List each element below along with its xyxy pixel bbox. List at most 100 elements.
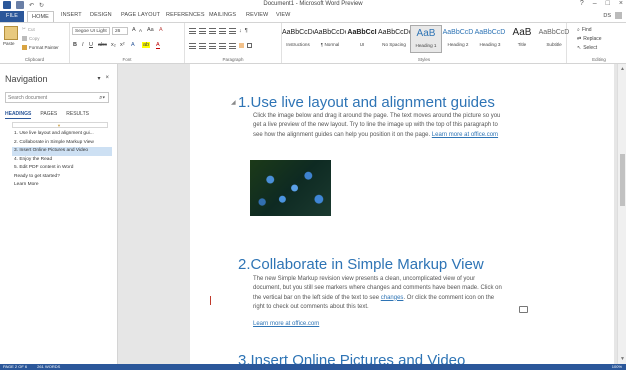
zoom-level[interactable]: 100% (612, 364, 622, 370)
collapse-heading-icon[interactable]: ◢ (231, 99, 236, 106)
paragraph-group: ↓ ¶ Paragraph (185, 23, 282, 63)
style-sample: AaB (416, 28, 436, 39)
superscript-button[interactable]: x² (120, 42, 125, 48)
help-button[interactable]: ? (580, 0, 584, 7)
tab-page-layout[interactable]: PAGE LAYOUT (121, 12, 160, 18)
strikethrough-button[interactable]: abc (98, 42, 107, 48)
vertical-scrollbar[interactable]: ▲ ▼ (617, 64, 626, 364)
close-button[interactable]: × (619, 0, 623, 7)
shrink-font-icon[interactable]: A (139, 28, 142, 33)
borders-icon[interactable] (247, 43, 252, 48)
list-item[interactable]: 1. Use live layout and alignment gui... (12, 130, 112, 139)
replace-button[interactable]: ⇄ Replace (577, 36, 602, 42)
heading-number: 1. (238, 94, 251, 111)
list-item[interactable]: 2. Collaborate in Simple Markup View (12, 139, 112, 148)
list-item[interactable]: Learn More (12, 181, 112, 190)
tab-file[interactable]: FILE (0, 11, 24, 22)
bold-button[interactable]: B (73, 42, 77, 48)
style-instructions[interactable]: AaBbCcDc Instructions (282, 25, 314, 53)
tab-home[interactable]: HOME (27, 11, 54, 22)
sort-icon[interactable]: ↓ (239, 28, 242, 34)
font-name-select[interactable]: Segoe UI Light (72, 27, 110, 35)
learn-more-link[interactable]: Learn more at office.com (432, 132, 498, 138)
grow-font-icon[interactable]: A (132, 27, 136, 33)
section-heading[interactable]: 2.Collaborate in Simple Markup View (238, 256, 484, 273)
tab-headings[interactable]: HEADINGS (5, 111, 32, 119)
change-bar[interactable] (210, 296, 211, 305)
list-item[interactable]: 4. Enjoy the Read (12, 156, 112, 165)
style-heading-3[interactable]: AaBbCcD Heading 3 (474, 25, 506, 53)
numbering-icon[interactable] (199, 28, 206, 34)
font-size-select[interactable]: 26 (112, 27, 128, 35)
close-pane-icon[interactable]: × (105, 75, 109, 82)
search-document-input[interactable]: Search document ⌕▾ (5, 92, 109, 103)
tab-references[interactable]: REFERENCES (166, 12, 205, 18)
increase-indent-icon[interactable] (229, 28, 236, 34)
tab-results[interactable]: RESULTS (66, 111, 89, 119)
maximize-button[interactable]: □ (606, 0, 610, 7)
decrease-indent-icon[interactable] (219, 28, 226, 34)
format-painter-button[interactable]: Format Painter (22, 45, 59, 50)
tab-mailings[interactable]: MAILINGS (209, 12, 236, 18)
scroll-thumb[interactable] (620, 154, 625, 206)
section-link[interactable]: Learn more at office.com (253, 320, 503, 329)
list-item[interactable]: 3. Insert Online Pictures and Video (12, 147, 112, 156)
paste-icon[interactable] (4, 26, 18, 40)
style-name: ¶ Normal (320, 42, 340, 47)
select-button[interactable]: ↖ Select (577, 45, 597, 51)
section-heading[interactable]: 3.Insert Online Pictures and Video (238, 352, 465, 364)
section-heading[interactable]: 1.Use live layout and alignment guides (238, 94, 495, 111)
tab-review[interactable]: REVIEW (246, 12, 268, 18)
scroll-up-icon[interactable]: ▲ (620, 66, 625, 72)
word-count[interactable]: 261 WORDS (37, 364, 60, 370)
font-color-icon[interactable]: A (156, 42, 160, 49)
list-item[interactable]: Ready to get started? (12, 173, 112, 182)
tab-insert[interactable]: INSERT (61, 12, 82, 18)
list-item[interactable]: 5. Edit PDF content in Word (12, 164, 112, 173)
tab-design[interactable]: DESIGN (90, 12, 112, 18)
style-ui[interactable]: AaBbCcI UI (346, 25, 378, 53)
style-heading-1[interactable]: AaB Heading 1 (410, 25, 442, 53)
find-button[interactable]: ⌕ Find (577, 27, 592, 33)
show-hide-icon[interactable]: ¶ (245, 28, 248, 34)
page-indicator[interactable]: PAGE 2 OF 6 (3, 364, 27, 370)
copy-button[interactable]: Copy (22, 36, 40, 41)
style-normal[interactable]: AaBbCcDc ¶ Normal (314, 25, 346, 53)
learn-more-link[interactable]: Learn more at office.com (253, 321, 319, 327)
line-spacing-icon[interactable] (229, 43, 236, 49)
underline-button[interactable]: U (89, 42, 93, 48)
style-no-spacing[interactable]: AaBbCcDc No Spacing (378, 25, 410, 53)
section-body[interactable]: The new Simple Markup revision view pres… (253, 275, 503, 312)
heading-top-bar[interactable]: ▼ (12, 122, 108, 128)
changes-link[interactable]: changes (381, 295, 404, 301)
scroll-down-icon[interactable]: ▼ (620, 356, 625, 362)
style-heading-2[interactable]: AaBbCcD Heading 2 (442, 25, 474, 53)
subscript-button[interactable]: x₂ (111, 42, 116, 48)
tab-view[interactable]: VIEW (276, 12, 290, 18)
multilevel-list-icon[interactable] (209, 28, 216, 34)
tab-pages[interactable]: PAGES (40, 111, 57, 119)
bullets-icon[interactable] (189, 28, 196, 34)
user-account[interactable]: DS (603, 12, 622, 19)
change-case-icon[interactable]: Aa (147, 27, 154, 33)
align-right-icon[interactable] (209, 43, 216, 49)
align-left-icon[interactable] (189, 43, 196, 49)
shading-icon[interactable] (239, 43, 244, 48)
style-title[interactable]: AaB Title (506, 25, 538, 53)
section-body[interactable]: Click the image below and drag it around… (253, 112, 503, 140)
text-effects-icon[interactable]: A (131, 42, 135, 48)
flowers-image[interactable] (250, 160, 331, 216)
cut-button[interactable]: ✂ Cut (22, 26, 35, 32)
pane-options-icon[interactable]: ▾ (97, 75, 100, 82)
highlight-icon[interactable]: ab (142, 42, 151, 48)
italic-button[interactable]: I (82, 42, 84, 48)
search-icon[interactable]: ⌕▾ (99, 93, 105, 103)
minimize-button[interactable]: – (593, 0, 597, 7)
style-subtitle[interactable]: AaBbCcD Subtitle (538, 25, 570, 53)
justify-icon[interactable] (219, 43, 226, 49)
clear-formatting-icon[interactable]: A (159, 27, 163, 33)
navigation-tabs: HEADINGS PAGES RESULTS (5, 111, 89, 119)
align-center-icon[interactable] (199, 43, 206, 49)
comment-icon[interactable] (519, 306, 528, 313)
paste-button[interactable]: Paste (3, 41, 15, 46)
